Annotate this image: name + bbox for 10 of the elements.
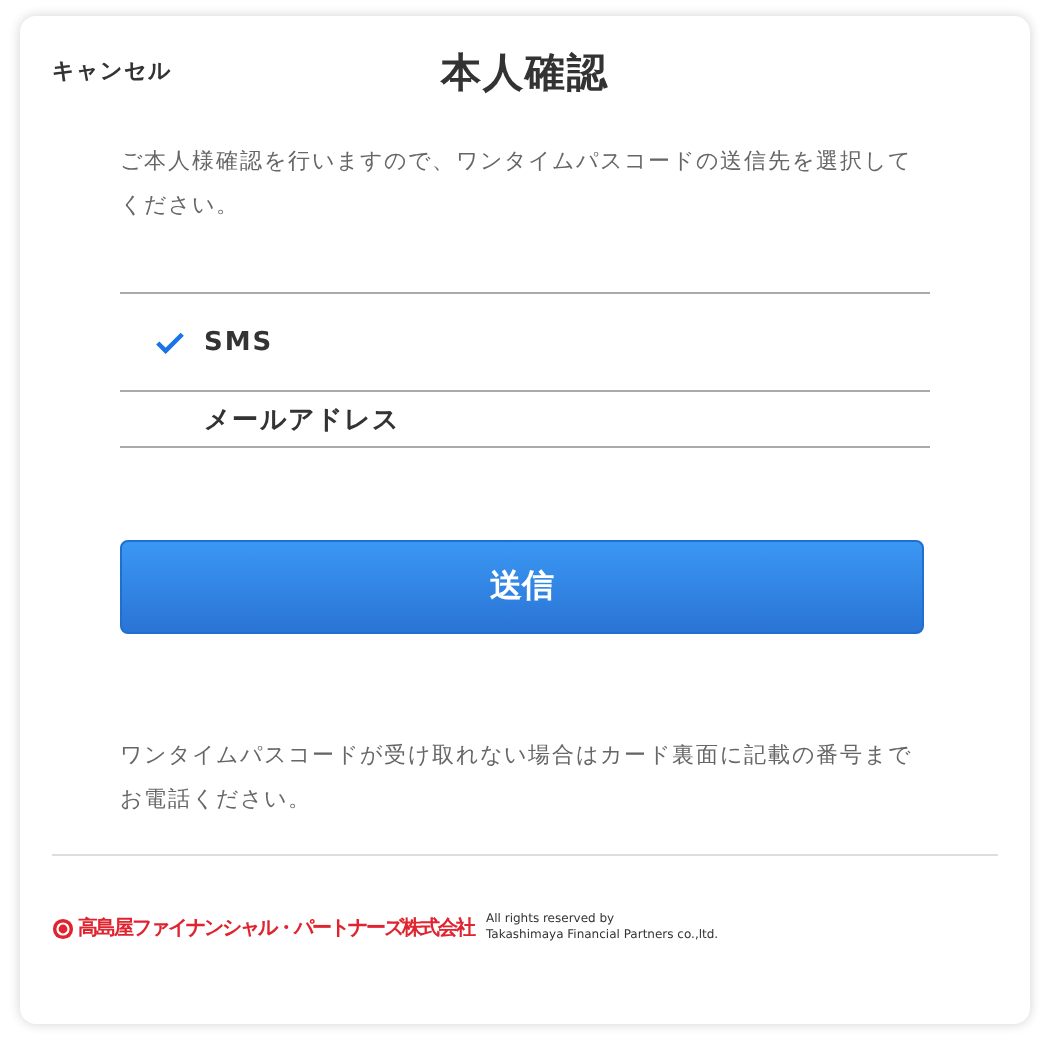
instruction-text: ご本人様確認を行いますので、ワンタイムパスコードの送信先を選択してください。: [120, 146, 914, 222]
option-item[interactable]: メールアドレス: [120, 390, 930, 448]
logo-icon: [52, 917, 74, 939]
company-name: 高島屋ファイナンシャル・パートナーズ株式会社: [78, 914, 474, 942]
note-text: ワンタイムパスコードが受け取れない場合はカード裏面に記載の番号までお電話ください。: [120, 740, 914, 816]
check-icon: [156, 331, 184, 353]
page-title: 本人確認: [441, 45, 609, 99]
cancel-link[interactable]: キャンセル: [52, 56, 172, 86]
submit-button[interactable]: 送信: [120, 540, 924, 634]
option-item[interactable]: SMS: [120, 292, 930, 390]
